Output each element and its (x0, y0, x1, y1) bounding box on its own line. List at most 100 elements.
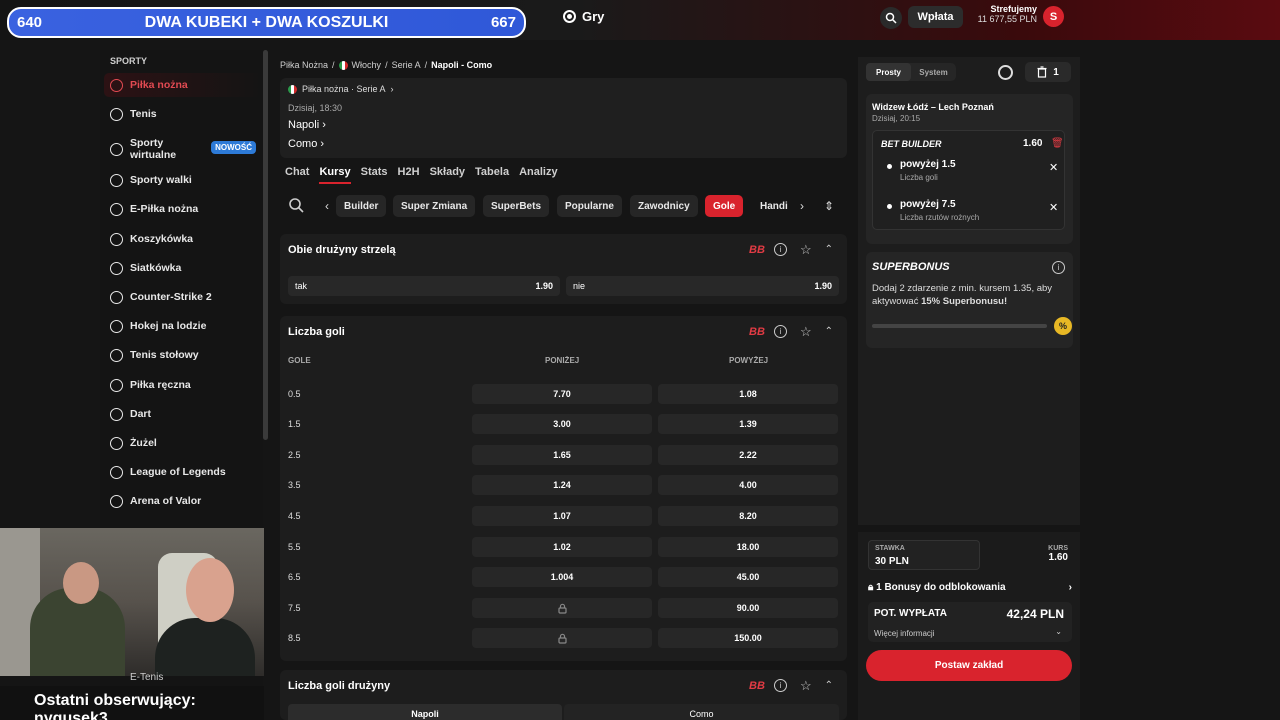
chevron-down-icon[interactable]: ⌄ (1055, 627, 1062, 636)
chevron-up-icon[interactable]: ⌃ (825, 680, 833, 691)
breadcrumb-league[interactable]: Serie A (392, 60, 421, 70)
odd-over-button[interactable]: 8.20 (658, 506, 838, 526)
gear-icon[interactable] (998, 65, 1013, 80)
mode-system[interactable]: System (911, 63, 956, 81)
sidebar-item-handball[interactable]: Piłka ręczna (104, 373, 262, 397)
breadcrumb-country[interactable]: Włochy (352, 60, 382, 70)
close-icon[interactable]: ✕ (1049, 201, 1058, 214)
market-filter-chips: ‹ Builder Super Zmiana SuperBets Popular… (280, 193, 847, 219)
sidebar-item-tennis[interactable]: Tenis (104, 102, 262, 126)
delete-icon[interactable]: 🗑 (1051, 138, 1064, 149)
sidebar-item-football[interactable]: Piłka nożna (104, 73, 262, 97)
sidebar-item-fighting[interactable]: Sporty walki (104, 168, 262, 192)
team-away[interactable]: Como › (288, 138, 324, 150)
chevron-right-icon[interactable]: › (800, 199, 804, 213)
sidebar-item-cs2[interactable]: Counter-Strike 2 (104, 285, 262, 309)
chip-goals[interactable]: Gole (705, 195, 744, 217)
sidebar-item-etennis[interactable]: E-Tenis (130, 672, 163, 683)
odd-over-button[interactable]: 4.00 (658, 475, 838, 495)
odd-under-button[interactable]: 1.07 (472, 506, 652, 526)
arena-of-valor-icon (110, 494, 123, 508)
tab-h2h[interactable]: H2H (398, 166, 420, 184)
odd-under-button[interactable]: 1.02 (472, 537, 652, 557)
odd-under-button[interactable]: 1.004 (472, 567, 652, 587)
bonus-unlock-row[interactable]: 🔒︎ 1 Bonusy do odblokowania › (868, 577, 1072, 597)
efootball-icon (110, 202, 123, 216)
match-league[interactable]: Piłka nożna · Serie A › (288, 84, 394, 94)
avatar[interactable]: S (1043, 6, 1064, 27)
chip-super-zmiana[interactable]: Super Zmiana (393, 195, 476, 217)
odd-under-locked (472, 598, 652, 618)
star-icon[interactable]: ☆ (800, 243, 812, 256)
odd-over-button[interactable]: 1.39 (658, 414, 838, 434)
chevron-left-icon[interactable]: ‹ (325, 199, 329, 213)
chevron-up-icon[interactable]: ⌃ (825, 326, 833, 337)
info-icon[interactable]: i (774, 243, 787, 256)
odd-under-button[interactable]: 1.65 (472, 445, 652, 465)
clear-betslip-button[interactable]: 1 (1025, 62, 1071, 82)
team-home[interactable]: Napoli › (288, 119, 326, 131)
tab-lineups[interactable]: Składy (430, 166, 465, 184)
info-icon[interactable]: i (774, 679, 787, 692)
chip-superbets[interactable]: SuperBets (483, 195, 550, 217)
chevron-up-icon[interactable]: ⌃ (825, 244, 833, 255)
tab-table[interactable]: Tabela (475, 166, 509, 184)
expand-icon[interactable]: ⇕ (824, 199, 834, 213)
sidebar-item-speedway[interactable]: Żużel (104, 431, 262, 455)
odd-no-button[interactable]: nie 1.90 (566, 276, 839, 296)
tab-chat[interactable]: Chat (285, 166, 309, 184)
leg-market: Liczba goli (900, 173, 938, 182)
odd-over-button[interactable]: 1.08 (658, 384, 838, 404)
market-search-button[interactable] (288, 197, 304, 218)
sidebar-item-virtual[interactable]: Sporty wirtualne NOWOŚĆ (104, 135, 262, 163)
odd-over-button[interactable]: 90.00 (658, 598, 838, 618)
sidebar-item-lol[interactable]: League of Legends (104, 460, 262, 484)
team-tab-home[interactable]: Napoli (288, 704, 562, 720)
tab-stats[interactable]: Stats (361, 166, 388, 184)
chip-builder[interactable]: Builder (336, 195, 387, 217)
team-home-name: Napoli (288, 119, 320, 131)
payout-value: 42,24 PLN (1006, 607, 1064, 621)
chip-players[interactable]: Zawodnicy (630, 195, 698, 217)
more-info-link[interactable]: Więcej informacji (874, 629, 934, 638)
sidebar-item-aov[interactable]: Arena of Valor (104, 489, 262, 513)
star-icon[interactable]: ☆ (800, 325, 812, 338)
odd-over-button[interactable]: 150.00 (658, 628, 838, 648)
place-bet-button[interactable]: Postaw zakład (866, 650, 1072, 681)
odd-under-button[interactable]: 7.70 (472, 384, 652, 404)
deposit-button[interactable]: Wpłata (908, 6, 963, 28)
sidebar-item-basketball[interactable]: Koszykówka (104, 227, 262, 251)
sidebar-item-hockey[interactable]: Hokej na lodzie (104, 314, 262, 338)
star-icon[interactable]: ☆ (800, 679, 812, 692)
tab-analysis[interactable]: Analizy (519, 166, 558, 184)
odd-under-button[interactable]: 3.00 (472, 414, 652, 434)
close-icon[interactable]: ✕ (1049, 161, 1058, 174)
sidebar-item-darts[interactable]: Dart (104, 402, 262, 426)
sidebar-item-label: Hokej na lodzie (130, 320, 207, 332)
chevron-right-icon: › (390, 84, 394, 94)
stake-input[interactable]: STAWKA 30 PLN (868, 540, 980, 570)
odd-over-button[interactable]: 18.00 (658, 537, 838, 557)
sidebar-scrollbar[interactable] (263, 50, 268, 440)
info-icon[interactable]: i (774, 325, 787, 338)
mode-single[interactable]: Prosty (866, 63, 911, 81)
team-tab-away[interactable]: Como (564, 704, 839, 720)
sidebar-item-efootball[interactable]: E-Piłka nożna (104, 197, 262, 221)
sidebar-item-volleyball[interactable]: Siatkówka (104, 256, 262, 280)
search-button[interactable] (880, 7, 902, 29)
chip-popular[interactable]: Popularne (557, 195, 622, 217)
chip-handicap[interactable]: Handi (752, 195, 796, 217)
user-info[interactable]: Strefujemy 11 677,55 PLN (975, 4, 1037, 24)
goal-line: 0.5 (288, 389, 301, 399)
tab-odds[interactable]: Kursy (319, 166, 351, 184)
odd-under-button[interactable]: 1.24 (472, 475, 652, 495)
odd-over-button[interactable]: 2.22 (658, 445, 838, 465)
odd-yes-button[interactable]: tak 1.90 (288, 276, 560, 296)
bullet-icon (887, 164, 892, 169)
odd-over-button[interactable]: 45.00 (658, 567, 838, 587)
games-link[interactable]: Gry (563, 9, 604, 24)
info-icon[interactable]: i (1052, 261, 1065, 274)
superbonus-progress-bar (872, 324, 1047, 328)
sidebar-item-table-tennis[interactable]: Tenis stołowy (104, 343, 262, 367)
breadcrumb-sport[interactable]: Piłka Nożna (280, 60, 328, 70)
